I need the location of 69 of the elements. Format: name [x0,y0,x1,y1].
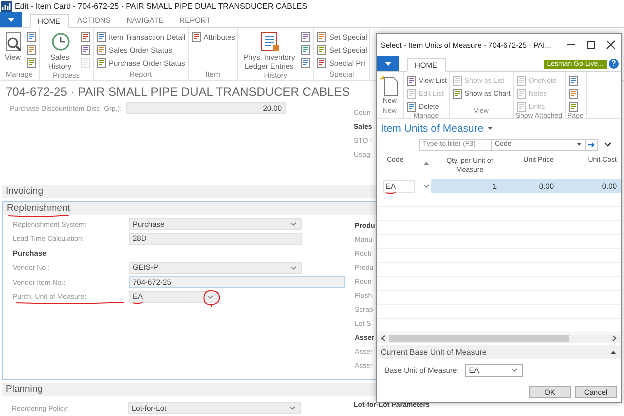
caret-down-icon [384,62,392,66]
document-icon [96,32,107,42]
document-icon [316,32,328,42]
chevron-down-icon [511,368,518,372]
caret-down-icon [577,143,582,146]
toolbar-button[interactable] [300,44,312,56]
document-icon [26,32,37,42]
document-icon [190,32,202,42]
toolbar-button[interactable] [26,31,37,43]
toolbar-button[interactable] [568,101,579,113]
apply-filter-button[interactable] [586,138,598,150]
document-icon [406,76,417,86]
chevron-down-icon [290,222,297,227]
chevron-down-icon [289,406,296,411]
caret-down-icon [8,18,14,22]
document-icon [406,102,417,112]
scrollbar-thumb[interactable] [389,335,569,342]
maximize-button[interactable] [585,39,597,51]
toolbar-button[interactable] [26,57,37,69]
toolbar-button[interactable] [300,57,312,69]
page-title: 704-672-25 · PAIR SMALL PIPE DUAL TRANSDUCER CABLES [5,84,350,99]
chevron-down-icon [290,266,297,270]
close-icon [606,40,616,50]
toolbar-button[interactable] [568,75,579,87]
chevron-down-icon [422,184,430,188]
arrow-right-icon [588,142,596,148]
chevron-left-icon [381,335,386,342]
menu-button[interactable] [0,12,22,27]
chevron-right-icon [612,335,617,342]
section-header[interactable]: Current Base Unit of Measure [377,345,621,359]
document-icon [96,58,107,68]
document-icon [26,58,37,68]
toolbar-button[interactable] [300,31,312,43]
document-icon [568,76,579,86]
chevron-down-icon [604,142,612,147]
document-icon [316,45,328,55]
document-icon [516,76,527,86]
expand-button[interactable] [604,142,612,147]
document-icon [80,45,91,55]
list-title: Item Units of Measure [381,122,484,134]
caret-down-icon [488,127,493,130]
document-icon [26,45,37,55]
close-button[interactable] [605,39,617,51]
document-icon [96,45,107,55]
document-icon [452,89,463,99]
sort-ascending-icon [424,162,428,164]
document-icon [80,58,91,68]
document-icon [80,32,91,42]
horizontal-scrollbar[interactable] [377,334,621,343]
document-icon [516,102,527,112]
menu-button[interactable] [377,56,399,71]
clock-icon [49,31,71,53]
toolbar-button[interactable] [26,44,37,56]
document-icon [300,32,312,42]
window-title: Edit - Item Card - 704-672-25 · PAIR SMALL PIPE DUAL TRANSDUCER CABLES [15,2,308,10]
document-icon [568,102,579,112]
toolbar-button[interactable] [80,44,91,56]
document-icon [452,76,463,86]
document-icon [300,45,312,55]
document-icon [516,89,527,99]
toolbar-button[interactable] [568,88,579,100]
document-icon [406,89,417,99]
help-button[interactable]: ? [609,59,619,69]
maximize-icon [586,40,596,50]
toolbar-button[interactable] [80,31,91,43]
document-icon [300,58,312,68]
chevron-down-icon [207,294,214,300]
document-icon [316,58,328,68]
document-icon [568,89,579,99]
